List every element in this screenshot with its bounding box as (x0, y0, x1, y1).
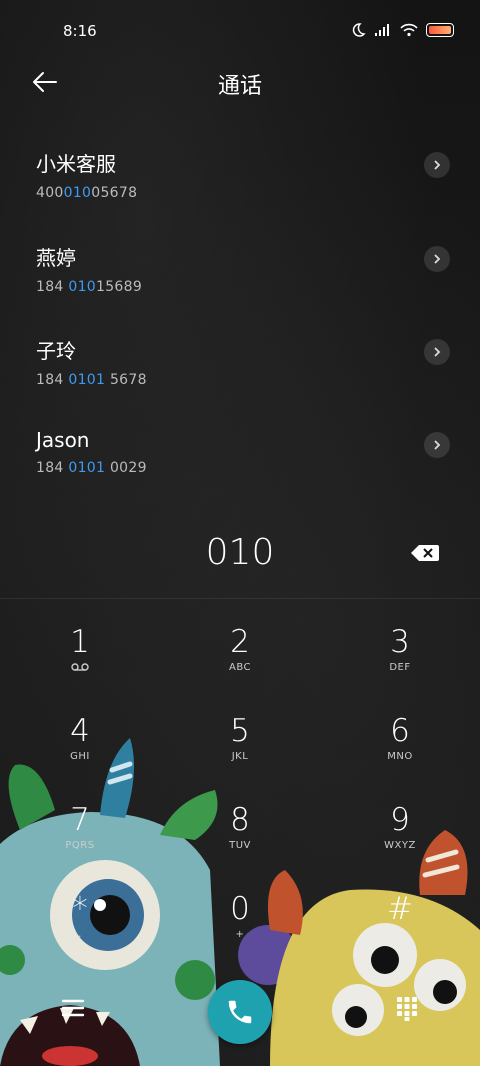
contact-number: 184 01015689 (36, 279, 143, 295)
key-9[interactable]: 9 WXYZ (330, 802, 470, 878)
divider (0, 598, 480, 599)
contact-name: Jason (36, 428, 90, 452)
key-0[interactable]: 0 + (170, 891, 310, 967)
voicemail-icon (10, 662, 150, 675)
contact-number: 40001005678 (36, 185, 138, 201)
contact-number: 184 0101 5678 (36, 372, 147, 388)
key-star[interactable]: * , (10, 891, 150, 967)
key-letters: WXYZ (384, 840, 416, 851)
contact-item[interactable]: 子玲 184 0101 5678 (36, 335, 456, 405)
key-digit: * (72, 891, 88, 927)
menu-icon[interactable] (60, 996, 86, 1020)
chevron-right-icon[interactable] (424, 432, 450, 458)
contact-name: 小米客服 (36, 152, 116, 176)
key-digit: 9 (390, 802, 410, 838)
key-digit: 1 (70, 624, 90, 660)
status-bar: 8:16 (0, 0, 480, 62)
key-6[interactable]: 6 MNO (330, 713, 470, 789)
key-4[interactable]: 4 GHI (10, 713, 150, 789)
key-digit: 3 (390, 624, 410, 660)
key-letters: PQRS (65, 840, 95, 851)
key-digit: # (387, 891, 413, 927)
key-letters: JKL (231, 751, 249, 762)
contact-item[interactable]: 燕婷 184 01015689 (36, 242, 456, 312)
key-digit: 0 (230, 891, 250, 927)
key-letters: + (235, 929, 245, 940)
phone-icon (228, 1000, 252, 1024)
key-digit: 8 (230, 802, 250, 838)
signal-icon (375, 24, 389, 36)
chevron-right-icon[interactable] (424, 246, 450, 272)
key-letters: , (78, 929, 82, 940)
key-digit: 6 (390, 713, 410, 749)
key-letters: ABC (228, 662, 251, 673)
key-letters: MNO (387, 751, 413, 762)
contact-name: 子玲 (36, 339, 76, 363)
status-icons (350, 22, 454, 38)
contact-name: 燕婷 (36, 246, 76, 270)
key-digit: 5 (230, 713, 250, 749)
key-8[interactable]: 8 TUV (170, 802, 310, 878)
key-digit: 2 (230, 624, 250, 660)
key-5[interactable]: 5 JKL (170, 713, 310, 789)
dialed-number: 010 (205, 532, 275, 573)
key-hash[interactable]: # (330, 891, 470, 967)
moon-icon (352, 23, 366, 37)
contact-item[interactable]: Jason 184 0101 0029 (36, 428, 456, 498)
wifi-icon (400, 23, 418, 37)
battery-icon (426, 23, 454, 37)
key-digit: 4 (70, 713, 90, 749)
key-3[interactable]: 3 DEF (330, 624, 470, 700)
key-letters: GHI (70, 751, 90, 762)
call-button[interactable] (208, 980, 272, 1044)
chevron-right-icon[interactable] (424, 339, 450, 365)
key-1[interactable]: 1 (10, 624, 150, 700)
key-letters: TUV (229, 840, 251, 851)
backspace-icon[interactable] (410, 543, 440, 563)
page-title: 通话 (217, 74, 262, 99)
key-letters: DEF (389, 662, 411, 673)
status-time: 8:16 (63, 22, 97, 40)
chevron-right-icon[interactable] (424, 152, 450, 178)
contact-item[interactable]: 小米客服 40001005678 (36, 148, 456, 218)
contact-number: 184 0101 0029 (36, 460, 147, 476)
key-digit: 7 (70, 802, 90, 838)
key-2[interactable]: 2 ABC (170, 624, 310, 700)
keypad-icon[interactable] (396, 996, 418, 1022)
key-7[interactable]: 7 PQRS (10, 802, 150, 878)
